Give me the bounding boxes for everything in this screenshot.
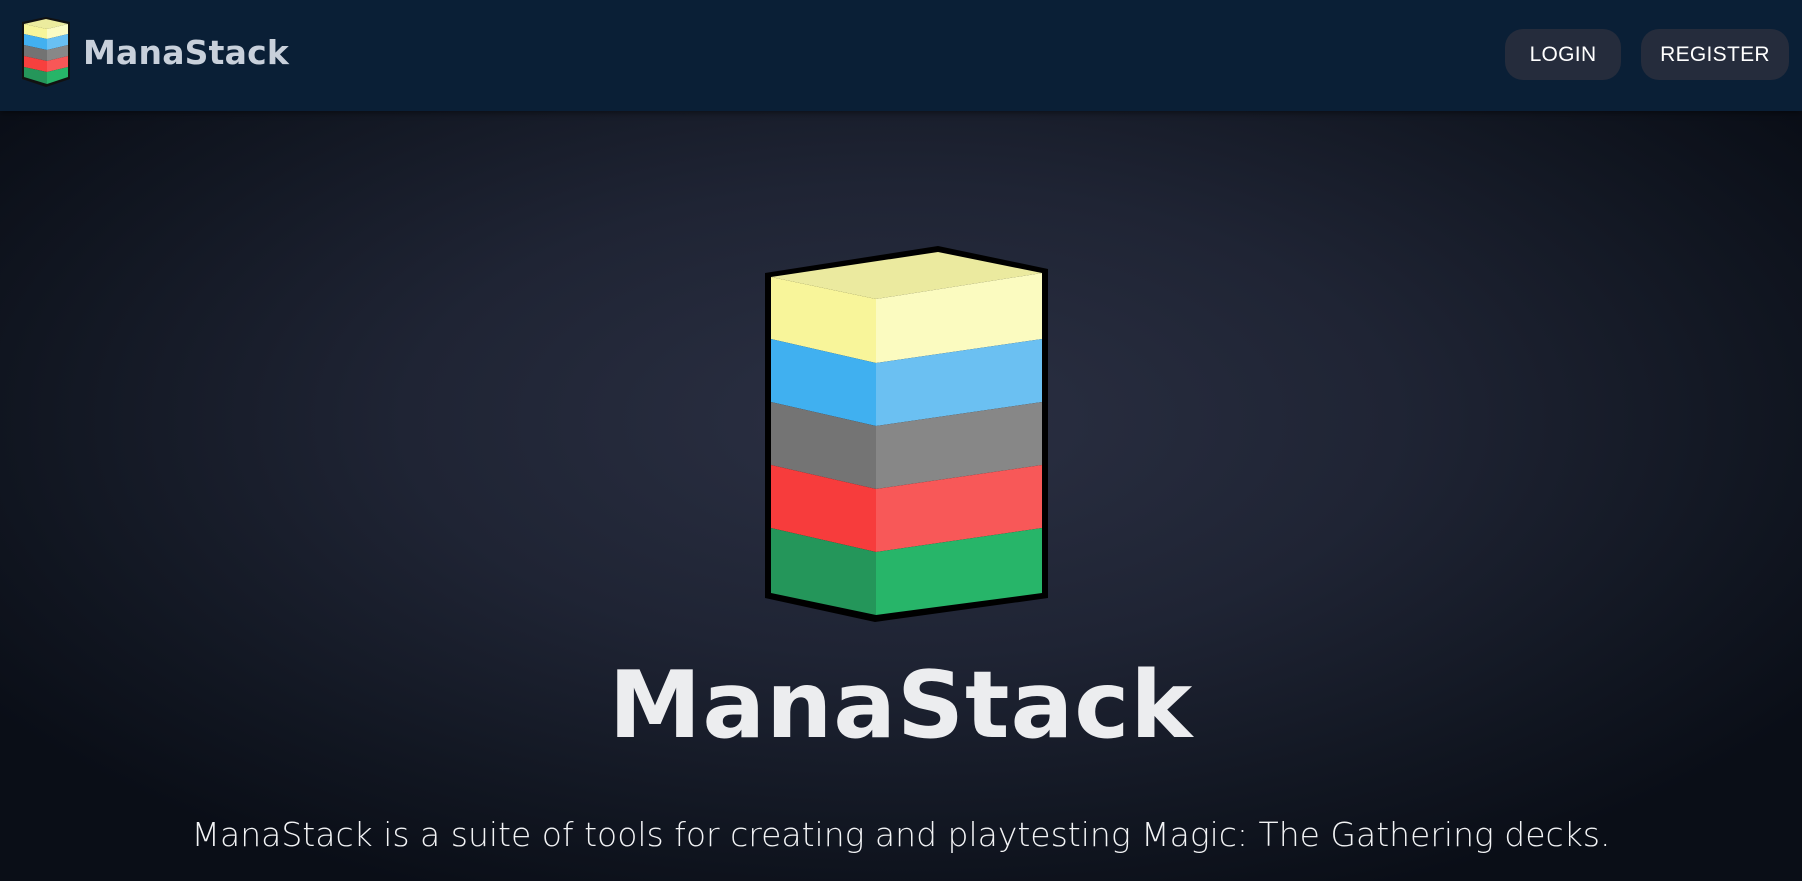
brand-home-link[interactable]: ManaStack — [20, 16, 289, 88]
hero-title: ManaStack — [608, 651, 1194, 759]
login-button[interactable]: LOGIN — [1505, 29, 1621, 80]
stack-logo-icon — [765, 246, 1048, 622]
top-navbar: ManaStack LOGIN REGISTER — [0, 0, 1802, 111]
brand-name: ManaStack — [83, 32, 289, 72]
hero-tagline: ManaStack is a suite of tools for creati… — [191, 815, 1611, 854]
register-button[interactable]: REGISTER — [1641, 29, 1789, 80]
stack-logo-icon — [22, 17, 70, 87]
